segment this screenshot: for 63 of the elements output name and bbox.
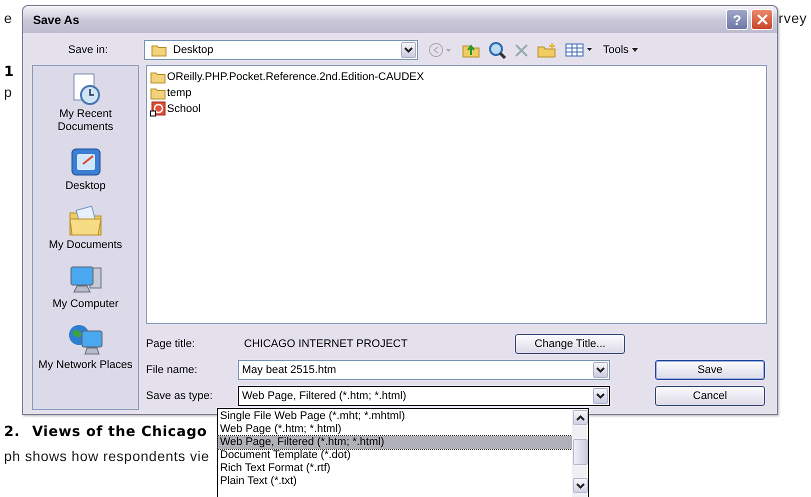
place-label: My Recent Documents bbox=[56, 108, 114, 134]
shortcut-icon bbox=[150, 101, 166, 117]
save-in-label: Save in: bbox=[67, 44, 109, 56]
file-type-option[interactable]: Single File Web Page (*.mht; *.mhtml) bbox=[218, 410, 572, 423]
document-heading: 1 bbox=[4, 64, 14, 80]
place-label: Desktop bbox=[65, 180, 106, 193]
save-type-dropdown[interactable]: Web Page, Filtered (*.htm; *.html) bbox=[238, 386, 610, 406]
place-label: My Computer bbox=[52, 298, 119, 311]
file-type-option[interactable]: Web Page, Filtered (*.htm; *.html) bbox=[218, 436, 572, 449]
places-item[interactable]: My Computer bbox=[36, 264, 136, 311]
close-icon bbox=[756, 14, 768, 25]
save-type-label: Save as type: bbox=[146, 390, 214, 402]
change-title-button[interactable]: Change Title... bbox=[515, 334, 625, 354]
save-in-dropdown[interactable]: Desktop bbox=[144, 40, 418, 60]
dropdown-button[interactable] bbox=[593, 362, 608, 378]
dropdown-button[interactable] bbox=[401, 42, 416, 58]
places-item[interactable]: My Network Places bbox=[36, 323, 136, 372]
close-button[interactable] bbox=[751, 9, 773, 30]
folder-icon bbox=[150, 70, 166, 84]
file-type-option[interactable]: Document Template (*.dot) bbox=[218, 449, 572, 462]
places-item[interactable]: My Documents bbox=[36, 205, 136, 252]
file-item[interactable]: School bbox=[167, 103, 201, 115]
file-item[interactable]: temp bbox=[167, 87, 192, 99]
document-text: rvey bbox=[778, 10, 807, 26]
dropdown-button[interactable] bbox=[593, 388, 608, 404]
save-button[interactable]: Save bbox=[655, 360, 765, 380]
scroll-down-button[interactable] bbox=[572, 478, 588, 493]
folder-icon bbox=[151, 43, 167, 57]
folder-documents-icon bbox=[68, 205, 104, 237]
cancel-button[interactable]: Cancel bbox=[655, 386, 765, 406]
file-item[interactable]: OReilly.PHP.Pocket.Reference.2nd.Edition-CAUDEX bbox=[167, 71, 424, 83]
places-item[interactable]: My Recent Documents bbox=[36, 72, 136, 134]
document-text: p bbox=[4, 84, 12, 100]
folder-icon bbox=[150, 86, 166, 100]
chevron-down-icon bbox=[576, 482, 584, 488]
file-name-label: File name: bbox=[146, 364, 198, 376]
tools-menu[interactable]: Tools bbox=[601, 44, 640, 56]
up-folder-icon[interactable] bbox=[462, 42, 480, 58]
views-icon[interactable] bbox=[565, 43, 593, 57]
place-label: My Network Places bbox=[38, 359, 133, 372]
chevron-down-icon bbox=[596, 367, 605, 373]
page-title-label: Page title: bbox=[146, 338, 196, 350]
document-text: e bbox=[4, 10, 12, 26]
chevron-down-icon bbox=[596, 393, 605, 399]
caret-icon bbox=[632, 48, 638, 52]
document-text: ph shows how respondents vie bbox=[4, 448, 210, 464]
document-heading: Views of the Chicago bbox=[32, 424, 208, 440]
file-type-option[interactable]: Rich Text Format (*.rtf) bbox=[218, 462, 572, 475]
scroll-thumb[interactable] bbox=[572, 438, 588, 464]
chevron-up-icon bbox=[576, 414, 584, 420]
desktop-icon bbox=[68, 146, 102, 178]
chevron-down-icon bbox=[404, 47, 413, 53]
window-title: Save As bbox=[33, 12, 80, 26]
file-type-option[interactable]: Plain Text (*.txt) bbox=[218, 475, 572, 488]
file-name-field[interactable]: May beat 2515.htm bbox=[238, 360, 610, 380]
section-number: 2. bbox=[4, 424, 20, 440]
place-label: My Documents bbox=[48, 239, 122, 252]
file-type-option[interactable]: Web Page (*.htm; *.html) bbox=[218, 423, 572, 436]
page-title-text: CHICAGO INTERNET PROJECT bbox=[243, 338, 408, 350]
scroll-up-button[interactable] bbox=[572, 410, 588, 425]
search-icon[interactable] bbox=[488, 41, 506, 59]
globe-computer-icon bbox=[68, 323, 104, 357]
places-item[interactable]: Desktop bbox=[36, 146, 136, 193]
